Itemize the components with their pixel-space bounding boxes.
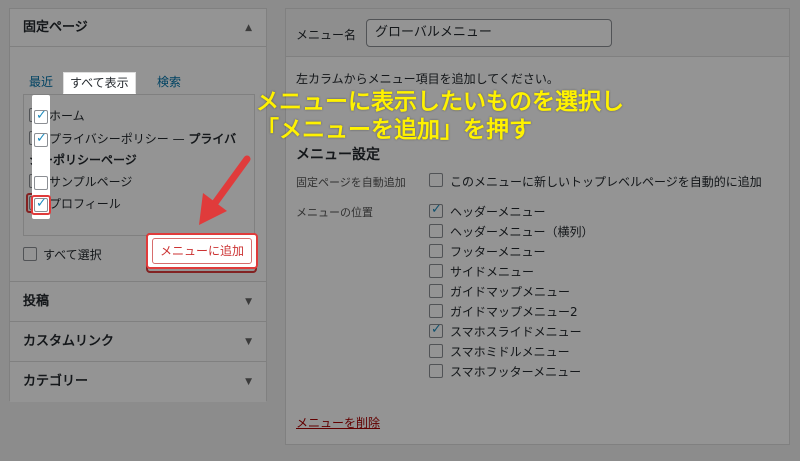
item-home-checkbox[interactable]: [29, 106, 43, 122]
menu-instructions: 左カラムからメニュー項目を追加してください。: [296, 72, 559, 86]
location-label: ヘッダーメニュー: [450, 205, 546, 219]
location-checkbox[interactable]: [429, 284, 443, 298]
location-checkbox[interactable]: [429, 264, 443, 278]
auto-add-label: 固定ページを自動追加: [296, 176, 406, 189]
location-checkbox[interactable]: [429, 344, 443, 358]
section-custom-links-title: カスタムリンク: [23, 334, 115, 349]
item-privacy-label-line2: シーポリシーページ: [29, 153, 137, 167]
location-label: ガイドマップメニュー2: [450, 305, 578, 319]
location-checkbox[interactable]: [429, 304, 443, 318]
menu-name-label: メニュー名: [296, 28, 357, 42]
auto-add-checkbox[interactable]: [429, 173, 443, 187]
location-label: サイドメニュー: [450, 265, 535, 279]
section-categories-title: カテゴリー: [23, 374, 89, 389]
tab-recent[interactable]: 最近: [23, 72, 59, 94]
tab-view-all[interactable]: すべて表示: [63, 72, 136, 94]
annotation-line1: メニューに表示したいものを選択し: [256, 89, 624, 115]
pages-tabs: 最近 すべて表示 検索: [23, 72, 255, 94]
annotation-text: メニューに表示したいものを選択し 「メニューを追加」を押す: [256, 88, 624, 144]
triangle-up-icon: ▲: [245, 23, 252, 33]
location-label: スマホフッターメニュー: [450, 365, 582, 379]
section-categories-header[interactable]: カテゴリー ▼: [10, 362, 266, 402]
menu-name-input[interactable]: グローバルメニュー: [366, 19, 612, 47]
section-pages-header[interactable]: 固定ページ ▲: [10, 9, 266, 47]
item-sample-checkbox[interactable]: [29, 174, 43, 188]
location-checkbox[interactable]: [429, 322, 443, 338]
location-label: フッターメニュー: [450, 245, 546, 259]
location-label: ガイドマップメニュー: [450, 285, 571, 299]
item-privacy-label: プライバシーポリシー — プライバ: [49, 132, 237, 146]
location-checkbox[interactable]: [429, 244, 443, 258]
menu-settings-title: メニュー設定: [296, 147, 380, 163]
tab-search[interactable]: 検索: [151, 72, 187, 94]
menu-name-row: メニュー名 グローバルメニュー: [286, 9, 789, 57]
location-checkbox[interactable]: [429, 364, 443, 378]
red-arrow-icon: [199, 155, 251, 225]
location-checkbox[interactable]: [429, 224, 443, 238]
section-posts-title: 投稿: [23, 294, 50, 309]
annotation-line2: 「メニューを追加」を押す: [256, 117, 532, 143]
select-all-label: すべて選択: [43, 248, 102, 262]
section-posts-header[interactable]: 投稿 ▼: [10, 282, 266, 322]
location-label: ヘッダーメニュー（横列）: [450, 225, 594, 239]
triangle-down-icon: ▼: [245, 337, 252, 347]
section-pages-title: 固定ページ: [23, 20, 88, 35]
location-label: スマホミドルメニュー: [450, 345, 570, 359]
location-checkbox[interactable]: [429, 202, 443, 218]
triangle-down-icon: ▼: [245, 377, 252, 387]
menu-structure-panel: メニュー名 グローバルメニュー 左カラムからメニュー項目を追加してください。 メ…: [285, 8, 790, 445]
menu-location-label: メニューの位置: [296, 206, 373, 219]
add-to-menu-highlight: メニューに追加: [146, 233, 257, 273]
auto-add-option-label: このメニューに新しいトップレベルページを自動的に追加: [450, 175, 762, 189]
item-sample-label: サンプルページ: [49, 175, 133, 189]
section-custom-links-header[interactable]: カスタムリンク ▼: [10, 322, 266, 362]
item-profile-label: プロフィール: [49, 197, 121, 211]
select-all-checkbox[interactable]: [23, 247, 37, 261]
add-to-menu-button[interactable]: メニューに追加: [153, 240, 250, 266]
delete-menu-link[interactable]: メニューを削除: [296, 414, 380, 431]
item-profile-checkbox[interactable]: [29, 194, 43, 210]
item-privacy-checkbox[interactable]: [29, 129, 43, 145]
location-label: スマホスライドメニュー: [450, 325, 582, 339]
item-home-label: ホーム: [49, 109, 85, 123]
triangle-down-icon: ▼: [245, 297, 252, 307]
